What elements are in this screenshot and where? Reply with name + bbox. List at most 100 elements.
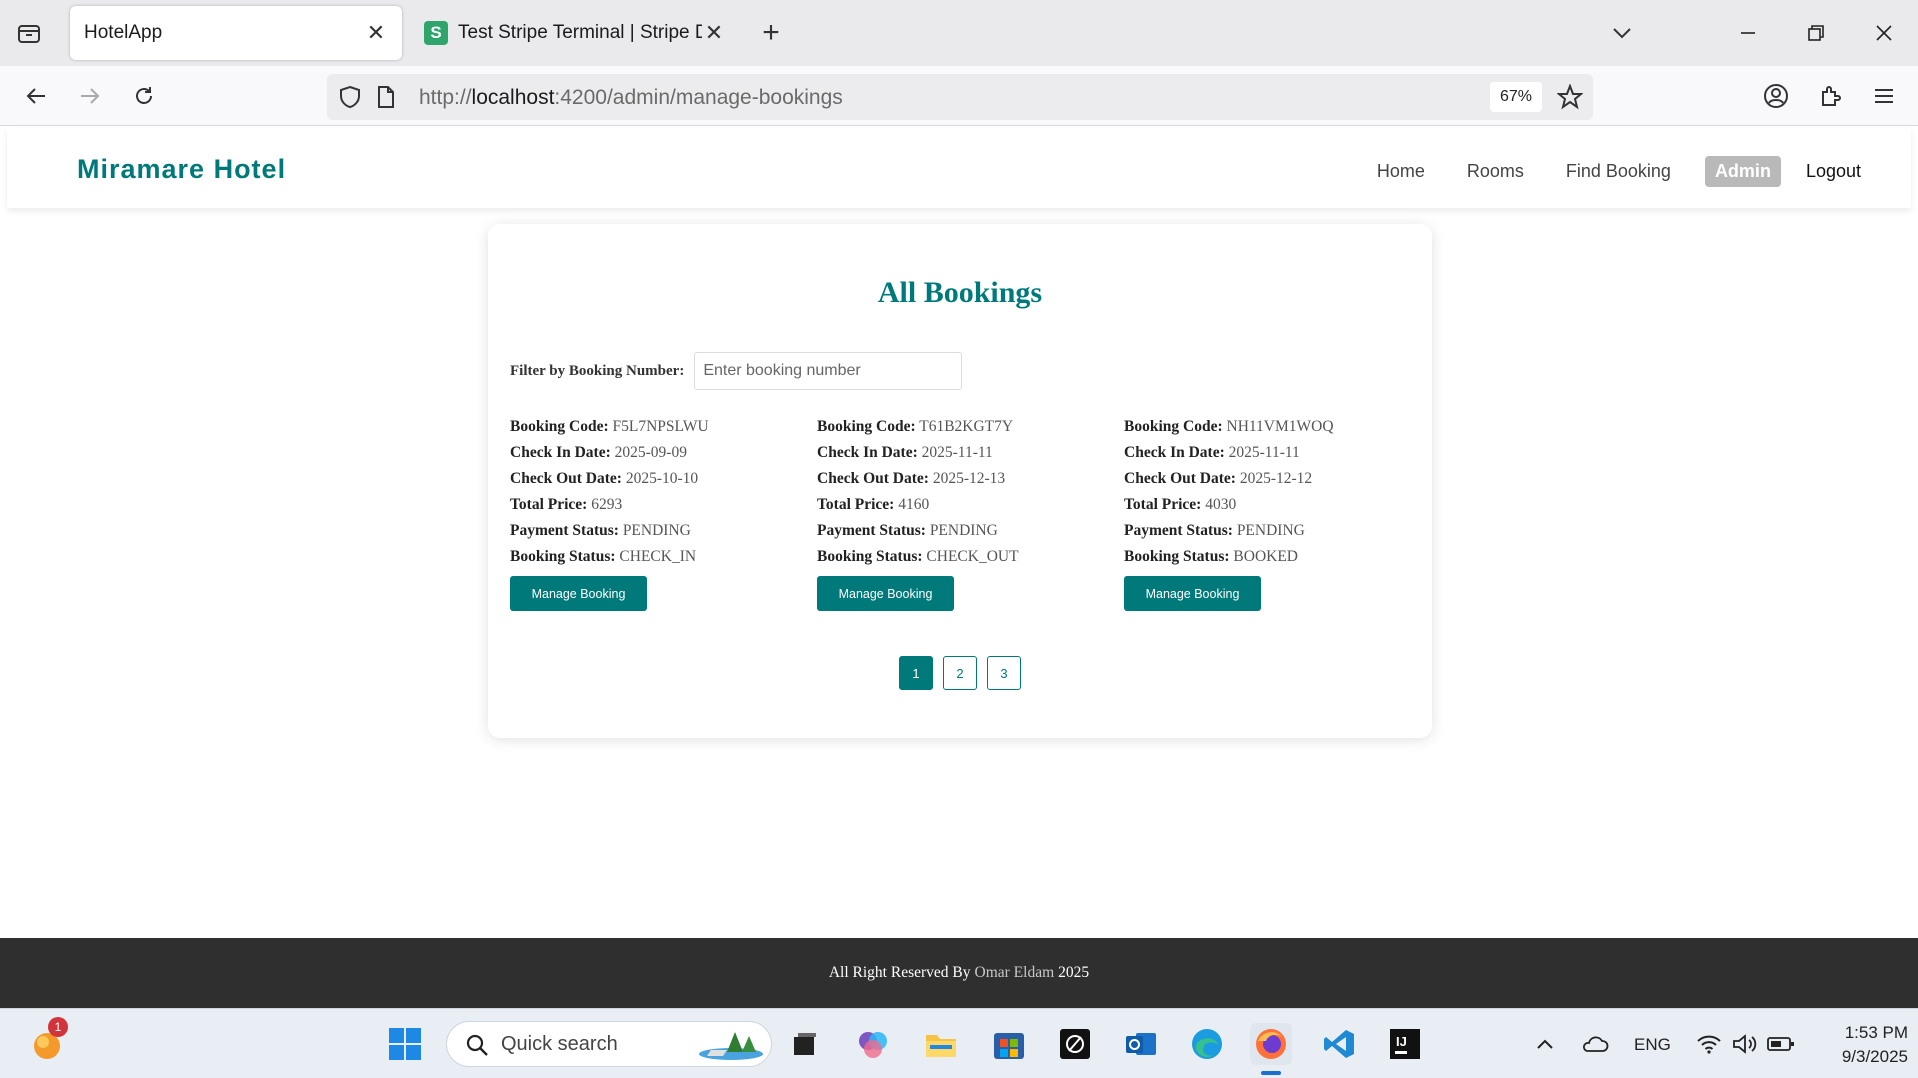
reload-icon[interactable] [128,80,160,112]
booking-number-input[interactable]: Enter booking number [694,352,963,390]
field-label: Total Price: [510,496,588,513]
total-price-value: 6293 [591,496,623,513]
taskbar-search-input[interactable]: Quick search [446,1021,772,1067]
address-bar[interactable]: http://localhost:4200/admin/manage-booki… [327,74,1593,120]
browser-tab-hotelapp[interactable]: HotelApp ✕ [70,6,402,60]
page-button-3[interactable]: 3 [987,656,1021,690]
check-out-row: Check Out Date: 2025-10-10 [510,466,790,492]
minimize-icon[interactable] [1730,16,1766,50]
tab-title: HotelApp [84,22,163,43]
field-label: Booking Status: [510,548,616,565]
shield-icon[interactable] [339,85,361,114]
system-clock[interactable]: 1:53 PM 9/3/2025 [1804,1021,1908,1069]
total-price-row: Total Price: 6293 [510,492,790,518]
windows-start-icon[interactable] [384,1023,426,1065]
booking-code-value: NH11VM1WOQ [1226,418,1334,435]
footer-author: Omar Eldam [974,964,1055,981]
booking-status-value: BOOKED [1233,548,1298,565]
check-out-value: 2025-12-12 [1239,470,1313,487]
booking-code-value: T61B2KGT7Y [919,418,1014,435]
forward-arrow-icon[interactable] [74,80,106,112]
page-title: All Bookings [877,276,1043,309]
payment-status-row: Payment Status: PENDING [817,518,1097,544]
new-tab-icon[interactable]: + [756,18,786,48]
chevron-up-icon[interactable] [1524,1023,1566,1065]
clock-time: 1:53 PM [1844,1023,1908,1042]
language-indicator[interactable]: ENG [1634,1035,1671,1055]
booking-code-value: F5L7NPSLWU [612,418,709,435]
store-app-icon[interactable] [988,1023,1030,1065]
booking-status-value: CHECK_OUT [926,548,1019,565]
notification-badge: 1 [48,1017,68,1037]
nav-logout[interactable]: Logout [1806,161,1861,182]
github-desktop-icon[interactable] [1054,1023,1096,1065]
zoom-level-badge[interactable]: 67% [1490,82,1542,112]
payment-status-row: Payment Status: PENDING [510,518,790,544]
close-tab-icon[interactable]: ✕ [702,20,726,46]
back-arrow-icon[interactable] [20,80,52,112]
booking-status-row: Booking Status: CHECK_OUT [817,544,1097,570]
check-in-value: 2025-09-09 [614,444,687,461]
vscode-icon[interactable] [1318,1023,1360,1065]
taskbar: 1 Quick search IJ ENG 1:53 PM 9/3/2025 [0,1008,1918,1078]
browser-tab-stripe[interactable]: S Test Stripe Terminal | Stripe Doc ✕ [410,6,740,60]
manage-booking-button[interactable]: Manage Booking [1124,576,1261,611]
page-button-1[interactable]: 1 [899,656,933,690]
nav-rooms[interactable]: Rooms [1467,161,1524,182]
battery-icon[interactable] [1760,1023,1802,1065]
file-explorer-icon[interactable] [920,1023,962,1065]
brand-logo[interactable]: Miramare Hotel [77,154,286,185]
search-placeholder: Quick search [501,1033,618,1055]
check-in-value: 2025-11-11 [1228,444,1300,461]
tab-list-icon[interactable] [14,20,44,46]
onedrive-cloud-icon[interactable] [1574,1023,1616,1065]
task-view-icon[interactable] [784,1023,826,1065]
booking-item: Booking Code: T61B2KGT7Y Check In Date: … [817,414,1097,611]
browser-tab-strip: HotelApp ✕ S Test Stripe Terminal | Stri… [0,0,1918,66]
url-text[interactable]: http://localhost:4200/admin/manage-booki… [419,86,843,110]
field-label: Check In Date: [817,444,918,461]
edge-browser-icon[interactable] [1186,1023,1228,1065]
manage-booking-button[interactable]: Manage Booking [510,576,647,611]
field-label: Check Out Date: [1124,470,1236,487]
stripe-favicon-icon: S [424,21,448,45]
booking-item: Booking Code: F5L7NPSLWU Check In Date: … [510,414,790,611]
outlook-icon[interactable] [1120,1023,1162,1065]
intellij-icon[interactable]: IJ [1384,1023,1426,1065]
field-label: Check In Date: [1124,444,1225,461]
field-label: Check Out Date: [817,470,929,487]
firefox-icon[interactable] [1250,1023,1292,1065]
payment-status-value: PENDING [622,522,691,539]
page-button-2[interactable]: 2 [943,656,977,690]
account-icon[interactable] [1760,80,1792,112]
close-window-icon[interactable] [1866,16,1902,50]
field-label: Check Out Date: [510,470,622,487]
nav-find-booking[interactable]: Find Booking [1566,161,1671,182]
nav-admin[interactable]: Admin [1704,156,1781,187]
chevron-down-icon[interactable] [1608,20,1636,46]
nav-home[interactable]: Home [1377,161,1425,182]
check-out-row: Check Out Date: 2025-12-12 [1124,466,1404,492]
page-info-icon[interactable] [377,85,395,114]
field-label: Total Price: [1124,496,1202,513]
bookmark-star-icon[interactable] [1556,83,1584,115]
check-in-value: 2025-11-11 [921,444,993,461]
check-out-row: Check Out Date: 2025-12-13 [817,466,1097,492]
field-label: Booking Code: [1124,418,1223,435]
menu-hamburger-icon[interactable] [1868,80,1900,112]
bookings-card: All Bookings Filter by Booking Number: E… [488,224,1432,738]
manage-booking-button[interactable]: Manage Booking [817,576,954,611]
field-label: Payment Status: [1124,522,1233,539]
main-nav: Home Rooms Find Booking Admin Logout [1335,156,1861,187]
extensions-icon[interactable] [1815,80,1847,112]
total-price-row: Total Price: 4160 [817,492,1097,518]
total-price-row: Total Price: 4030 [1124,492,1404,518]
field-label: Booking Status: [1124,548,1230,565]
restore-icon[interactable] [1798,16,1834,50]
tab-title: Test Stripe Terminal | Stripe Doc [458,22,702,43]
url-path: :4200/admin/manage-bookings [554,86,843,109]
copilot-icon[interactable] [852,1023,894,1065]
close-tab-icon[interactable]: ✕ [364,20,388,46]
field-label: Booking Code: [510,418,609,435]
field-label: Booking Code: [817,418,916,435]
